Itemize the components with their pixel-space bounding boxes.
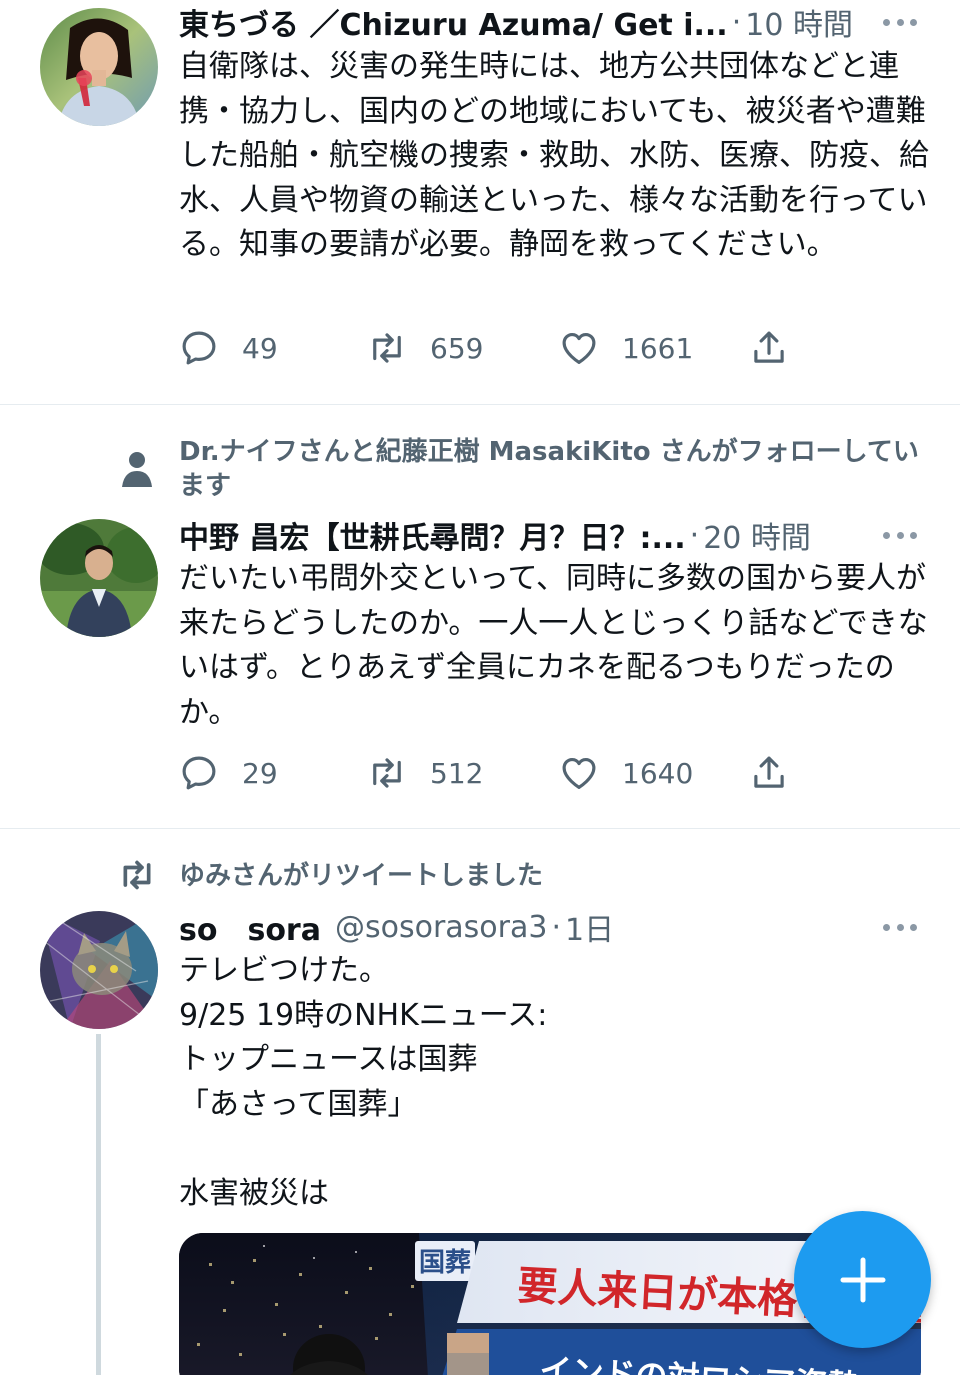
author-name[interactable]: 東ちづる ／Chizuru Azuma/ Get i... <box>179 0 728 44</box>
tweet-header: so sora @sosorasora3 · 1日 <box>179 905 930 949</box>
separator: · <box>731 4 742 40</box>
retweet-count: 659 <box>430 331 484 365</box>
reply-button[interactable]: 29 <box>178 750 278 796</box>
heart-icon <box>562 332 596 364</box>
social-context[interactable]: Dr.ナイフさんと紀藤正樹 MasakiKito さんがフォローしています <box>179 435 929 503</box>
retweet-count: 512 <box>430 756 484 790</box>
reply-button[interactable]: 49 <box>178 325 278 371</box>
tweet[interactable]: Dr.ナイフさんと紀藤正樹 MasakiKito さんがフォローしています 中野… <box>0 405 960 828</box>
author-name[interactable]: so sora <box>179 905 321 949</box>
like-button[interactable]: 1661 <box>558 325 693 371</box>
tweet-text: 自衛隊は、災害の発生時には、地方公共団体などと連携・協力し、国内のどの地域におい… <box>179 49 929 262</box>
avatar[interactable] <box>40 8 158 126</box>
more-icon[interactable] <box>880 515 920 555</box>
person-icon <box>122 452 152 487</box>
share-button[interactable] <box>748 750 790 796</box>
like-count: 1661 <box>622 331 694 365</box>
heart-icon <box>562 757 596 789</box>
media-tag: 国葬 <box>419 1247 471 1277</box>
share-icon <box>754 331 784 363</box>
compose-button[interactable] <box>794 1211 931 1348</box>
tweet-header: 中野 昌宏【世耕氏尋問？月？日？:... · 20 時間 <box>179 513 930 557</box>
tweet-actions: 29 512 1640 <box>178 750 818 796</box>
more-icon[interactable] <box>880 907 920 947</box>
plus-icon <box>840 1257 885 1302</box>
avatar[interactable] <box>40 911 158 1029</box>
tweet-text: テレビつけた。 9/25 19時のNHKニュース: トップニュースは国葬 「あさ… <box>179 953 548 1211</box>
separator: · <box>689 517 700 553</box>
tweet-header: 東ちづる ／Chizuru Azuma/ Get i... · 10 時間 <box>179 0 930 44</box>
like-count: 1640 <box>622 756 694 790</box>
retweet-icon <box>123 860 151 890</box>
separator: · <box>551 909 562 945</box>
reply-icon <box>182 756 216 790</box>
like-button[interactable]: 1640 <box>558 750 693 796</box>
retweet-icon <box>373 758 401 788</box>
timestamp[interactable]: 20 時間 <box>703 513 811 557</box>
reply-count: 29 <box>242 756 278 790</box>
share-button[interactable] <box>748 325 790 371</box>
social-context[interactable]: ゆみさんがリツイートしました <box>179 859 929 893</box>
timestamp[interactable]: 1日 <box>565 905 614 949</box>
author-handle[interactable]: @sosorasora3 <box>335 910 547 945</box>
retweet-icon <box>373 333 401 363</box>
more-icon[interactable] <box>880 2 920 42</box>
thread-line <box>96 1034 101 1375</box>
reply-count: 49 <box>242 331 278 365</box>
tweet[interactable]: 東ちづる ／Chizuru Azuma/ Get i... · 10 時間 自衛… <box>0 0 960 404</box>
avatar[interactable] <box>40 519 158 637</box>
tweet-text: だいたい弔問外交といって、同時に多数の国から要人が来たらどうしたのか。一人一人と… <box>179 561 928 730</box>
share-icon <box>754 756 784 788</box>
author-name[interactable]: 中野 昌宏【世耕氏尋問？月？日？:... <box>179 513 686 557</box>
reply-icon <box>182 331 216 365</box>
tweet-actions: 49 659 1661 <box>178 325 818 371</box>
retweet-button[interactable]: 659 <box>366 325 483 371</box>
retweet-button[interactable]: 512 <box>366 750 483 796</box>
timestamp[interactable]: 10 時間 <box>745 0 853 44</box>
